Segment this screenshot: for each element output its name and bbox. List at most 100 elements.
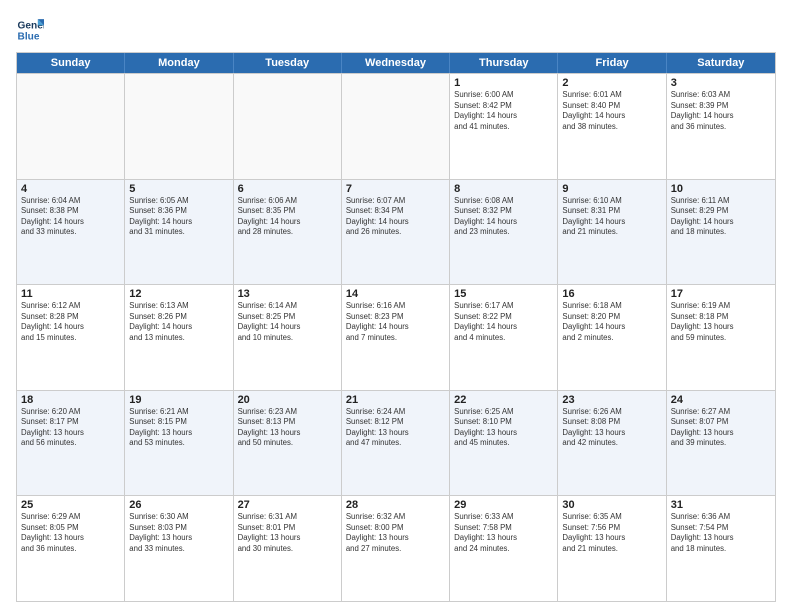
calendar-cell: 5Sunrise: 6:05 AM Sunset: 8:36 PM Daylig… bbox=[125, 180, 233, 285]
day-info: Sunrise: 6:18 AM Sunset: 8:20 PM Dayligh… bbox=[562, 301, 661, 343]
header-day-thursday: Thursday bbox=[450, 53, 558, 73]
day-number: 5 bbox=[129, 183, 228, 195]
day-number: 6 bbox=[238, 183, 337, 195]
day-info: Sunrise: 6:23 AM Sunset: 8:13 PM Dayligh… bbox=[238, 407, 337, 449]
day-info: Sunrise: 6:31 AM Sunset: 8:01 PM Dayligh… bbox=[238, 512, 337, 554]
header-day-friday: Friday bbox=[558, 53, 666, 73]
calendar-cell: 12Sunrise: 6:13 AM Sunset: 8:26 PM Dayli… bbox=[125, 285, 233, 390]
day-info: Sunrise: 6:17 AM Sunset: 8:22 PM Dayligh… bbox=[454, 301, 553, 343]
day-number: 3 bbox=[671, 77, 771, 89]
calendar-body: 1Sunrise: 6:00 AM Sunset: 8:42 PM Daylig… bbox=[17, 73, 775, 601]
day-info: Sunrise: 6:07 AM Sunset: 8:34 PM Dayligh… bbox=[346, 196, 445, 238]
calendar: SundayMondayTuesdayWednesdayThursdayFrid… bbox=[16, 52, 776, 602]
day-number: 31 bbox=[671, 499, 771, 511]
day-info: Sunrise: 6:14 AM Sunset: 8:25 PM Dayligh… bbox=[238, 301, 337, 343]
day-info: Sunrise: 6:21 AM Sunset: 8:15 PM Dayligh… bbox=[129, 407, 228, 449]
day-info: Sunrise: 6:35 AM Sunset: 7:56 PM Dayligh… bbox=[562, 512, 661, 554]
day-number: 25 bbox=[21, 499, 120, 511]
day-number: 22 bbox=[454, 394, 553, 406]
day-number: 13 bbox=[238, 288, 337, 300]
day-info: Sunrise: 6:33 AM Sunset: 7:58 PM Dayligh… bbox=[454, 512, 553, 554]
day-number: 24 bbox=[671, 394, 771, 406]
day-info: Sunrise: 6:16 AM Sunset: 8:23 PM Dayligh… bbox=[346, 301, 445, 343]
day-info: Sunrise: 6:24 AM Sunset: 8:12 PM Dayligh… bbox=[346, 407, 445, 449]
calendar-cell: 26Sunrise: 6:30 AM Sunset: 8:03 PM Dayli… bbox=[125, 496, 233, 601]
calendar-row-4: 18Sunrise: 6:20 AM Sunset: 8:17 PM Dayli… bbox=[17, 390, 775, 496]
calendar-cell bbox=[17, 74, 125, 179]
day-number: 8 bbox=[454, 183, 553, 195]
day-number: 16 bbox=[562, 288, 661, 300]
day-info: Sunrise: 6:25 AM Sunset: 8:10 PM Dayligh… bbox=[454, 407, 553, 449]
calendar-cell: 7Sunrise: 6:07 AM Sunset: 8:34 PM Daylig… bbox=[342, 180, 450, 285]
calendar-cell bbox=[342, 74, 450, 179]
day-number: 27 bbox=[238, 499, 337, 511]
day-info: Sunrise: 6:11 AM Sunset: 8:29 PM Dayligh… bbox=[671, 196, 771, 238]
calendar-cell: 31Sunrise: 6:36 AM Sunset: 7:54 PM Dayli… bbox=[667, 496, 775, 601]
calendar-cell: 16Sunrise: 6:18 AM Sunset: 8:20 PM Dayli… bbox=[558, 285, 666, 390]
day-info: Sunrise: 6:19 AM Sunset: 8:18 PM Dayligh… bbox=[671, 301, 771, 343]
calendar-cell: 11Sunrise: 6:12 AM Sunset: 8:28 PM Dayli… bbox=[17, 285, 125, 390]
calendar-cell: 23Sunrise: 6:26 AM Sunset: 8:08 PM Dayli… bbox=[558, 391, 666, 496]
day-number: 23 bbox=[562, 394, 661, 406]
day-number: 12 bbox=[129, 288, 228, 300]
day-info: Sunrise: 6:26 AM Sunset: 8:08 PM Dayligh… bbox=[562, 407, 661, 449]
day-number: 17 bbox=[671, 288, 771, 300]
calendar-cell: 29Sunrise: 6:33 AM Sunset: 7:58 PM Dayli… bbox=[450, 496, 558, 601]
day-info: Sunrise: 6:12 AM Sunset: 8:28 PM Dayligh… bbox=[21, 301, 120, 343]
calendar-cell: 24Sunrise: 6:27 AM Sunset: 8:07 PM Dayli… bbox=[667, 391, 775, 496]
logo-icon: General Blue bbox=[16, 16, 44, 44]
day-info: Sunrise: 6:13 AM Sunset: 8:26 PM Dayligh… bbox=[129, 301, 228, 343]
calendar-cell bbox=[125, 74, 233, 179]
header-day-tuesday: Tuesday bbox=[234, 53, 342, 73]
svg-text:Blue: Blue bbox=[18, 31, 40, 42]
calendar-cell: 9Sunrise: 6:10 AM Sunset: 8:31 PM Daylig… bbox=[558, 180, 666, 285]
calendar-row-5: 25Sunrise: 6:29 AM Sunset: 8:05 PM Dayli… bbox=[17, 495, 775, 601]
day-number: 9 bbox=[562, 183, 661, 195]
day-info: Sunrise: 6:36 AM Sunset: 7:54 PM Dayligh… bbox=[671, 512, 771, 554]
calendar-header: SundayMondayTuesdayWednesdayThursdayFrid… bbox=[17, 53, 775, 73]
calendar-cell: 21Sunrise: 6:24 AM Sunset: 8:12 PM Dayli… bbox=[342, 391, 450, 496]
day-info: Sunrise: 6:00 AM Sunset: 8:42 PM Dayligh… bbox=[454, 90, 553, 132]
day-info: Sunrise: 6:32 AM Sunset: 8:00 PM Dayligh… bbox=[346, 512, 445, 554]
calendar-cell bbox=[234, 74, 342, 179]
day-info: Sunrise: 6:05 AM Sunset: 8:36 PM Dayligh… bbox=[129, 196, 228, 238]
day-number: 14 bbox=[346, 288, 445, 300]
day-info: Sunrise: 6:06 AM Sunset: 8:35 PM Dayligh… bbox=[238, 196, 337, 238]
calendar-cell: 17Sunrise: 6:19 AM Sunset: 8:18 PM Dayli… bbox=[667, 285, 775, 390]
calendar-cell: 15Sunrise: 6:17 AM Sunset: 8:22 PM Dayli… bbox=[450, 285, 558, 390]
calendar-cell: 8Sunrise: 6:08 AM Sunset: 8:32 PM Daylig… bbox=[450, 180, 558, 285]
calendar-cell: 19Sunrise: 6:21 AM Sunset: 8:15 PM Dayli… bbox=[125, 391, 233, 496]
calendar-cell: 10Sunrise: 6:11 AM Sunset: 8:29 PM Dayli… bbox=[667, 180, 775, 285]
calendar-cell: 1Sunrise: 6:00 AM Sunset: 8:42 PM Daylig… bbox=[450, 74, 558, 179]
day-number: 1 bbox=[454, 77, 553, 89]
day-info: Sunrise: 6:20 AM Sunset: 8:17 PM Dayligh… bbox=[21, 407, 120, 449]
calendar-cell: 25Sunrise: 6:29 AM Sunset: 8:05 PM Dayli… bbox=[17, 496, 125, 601]
day-number: 28 bbox=[346, 499, 445, 511]
day-info: Sunrise: 6:08 AM Sunset: 8:32 PM Dayligh… bbox=[454, 196, 553, 238]
calendar-row-3: 11Sunrise: 6:12 AM Sunset: 8:28 PM Dayli… bbox=[17, 284, 775, 390]
calendar-cell: 28Sunrise: 6:32 AM Sunset: 8:00 PM Dayli… bbox=[342, 496, 450, 601]
day-number: 10 bbox=[671, 183, 771, 195]
page-header: General Blue bbox=[16, 16, 776, 44]
day-number: 26 bbox=[129, 499, 228, 511]
day-number: 20 bbox=[238, 394, 337, 406]
header-day-sunday: Sunday bbox=[17, 53, 125, 73]
day-number: 7 bbox=[346, 183, 445, 195]
calendar-cell: 18Sunrise: 6:20 AM Sunset: 8:17 PM Dayli… bbox=[17, 391, 125, 496]
day-number: 19 bbox=[129, 394, 228, 406]
day-info: Sunrise: 6:10 AM Sunset: 8:31 PM Dayligh… bbox=[562, 196, 661, 238]
day-info: Sunrise: 6:01 AM Sunset: 8:40 PM Dayligh… bbox=[562, 90, 661, 132]
day-info: Sunrise: 6:29 AM Sunset: 8:05 PM Dayligh… bbox=[21, 512, 120, 554]
header-day-saturday: Saturday bbox=[667, 53, 775, 73]
calendar-cell: 30Sunrise: 6:35 AM Sunset: 7:56 PM Dayli… bbox=[558, 496, 666, 601]
calendar-row-1: 1Sunrise: 6:00 AM Sunset: 8:42 PM Daylig… bbox=[17, 73, 775, 179]
day-number: 30 bbox=[562, 499, 661, 511]
calendar-row-2: 4Sunrise: 6:04 AM Sunset: 8:38 PM Daylig… bbox=[17, 179, 775, 285]
header-day-monday: Monday bbox=[125, 53, 233, 73]
day-number: 29 bbox=[454, 499, 553, 511]
calendar-cell: 13Sunrise: 6:14 AM Sunset: 8:25 PM Dayli… bbox=[234, 285, 342, 390]
logo: General Blue bbox=[16, 16, 44, 44]
day-number: 18 bbox=[21, 394, 120, 406]
day-info: Sunrise: 6:27 AM Sunset: 8:07 PM Dayligh… bbox=[671, 407, 771, 449]
day-number: 11 bbox=[21, 288, 120, 300]
